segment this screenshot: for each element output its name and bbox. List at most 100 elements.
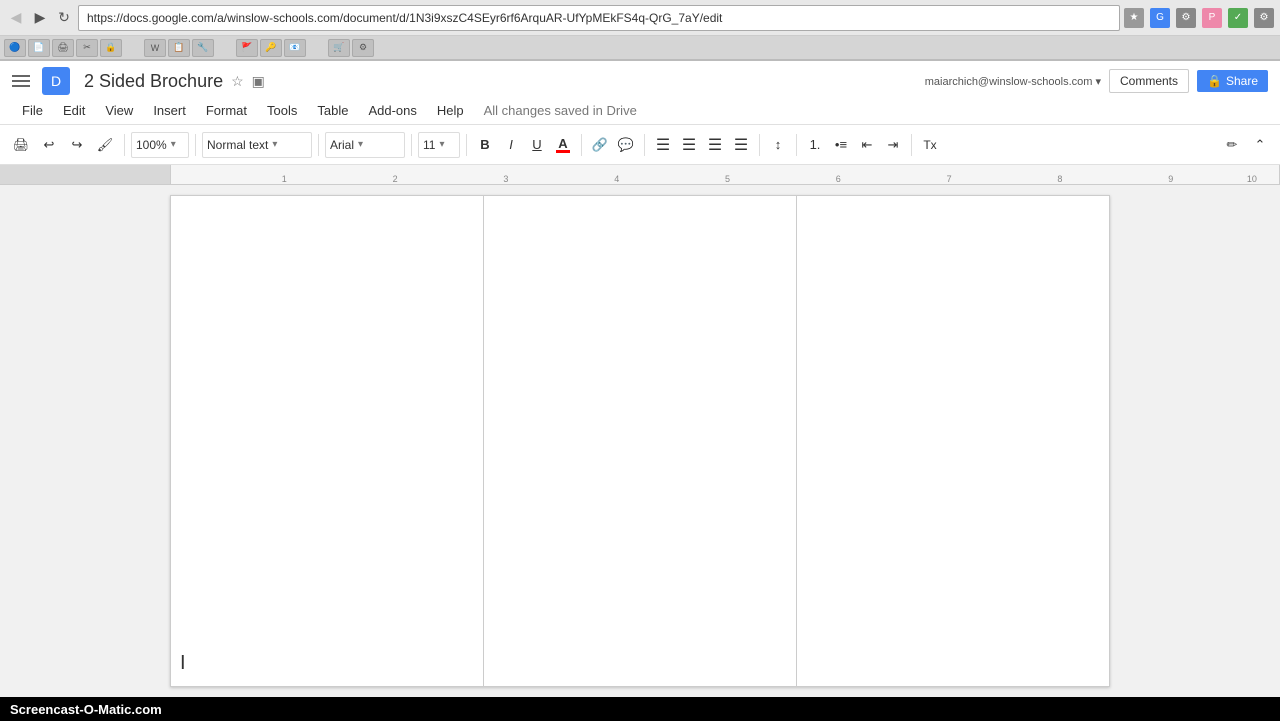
toolbar-separator-5 [466, 134, 467, 156]
refresh-btn[interactable]: ↻ [54, 8, 74, 28]
column-2[interactable] [484, 196, 797, 686]
toolbar: 🖨 ↩ ↪ 🖌 100% ▾ Normal text ▾ Arial ▾ 11 … [0, 125, 1280, 165]
font-dropdown-icon: ▾ [358, 139, 363, 150]
url-bar[interactable]: https://docs.google.com/a/winslow-school… [78, 5, 1120, 31]
zoom-dropdown-icon: ▾ [171, 139, 176, 150]
insert-link-button[interactable]: 🔗 [588, 132, 612, 158]
ruler-marker: 7 [947, 174, 952, 184]
ext-icon-6[interactable]: W [144, 39, 166, 57]
increase-indent-button[interactable]: ⇥ [881, 132, 905, 158]
bulleted-list-button[interactable]: •≡ [829, 132, 853, 158]
ext-icon-9[interactable]: 🚩 [236, 39, 258, 57]
browser-icon-4[interactable]: ✓ [1228, 8, 1248, 28]
document-area: 1 2 3 4 5 6 7 8 9 10 [0, 165, 1280, 697]
text-style-select[interactable]: Normal text ▾ [202, 132, 312, 158]
numbered-list-button[interactable]: 1. [803, 132, 827, 158]
font-size-value: 11 [423, 138, 435, 152]
hamburger-menu-icon[interactable] [12, 75, 30, 87]
text-color-button[interactable]: A [551, 132, 575, 158]
undo-button[interactable]: ↩ [36, 132, 62, 158]
menu-bar: File Edit View Insert Format Tools Table… [12, 97, 1268, 124]
column-1[interactable] [171, 196, 484, 686]
ext-icon-3[interactable]: 🖨 [52, 39, 74, 57]
user-email[interactable]: maiarchich@winslow-schools.com ▾ [925, 75, 1101, 88]
bold-button[interactable]: B [473, 132, 497, 158]
ext-icon-10[interactable]: 🔑 [260, 39, 282, 57]
document-page[interactable]: I [170, 195, 1110, 687]
menu-insert[interactable]: Insert [143, 99, 196, 122]
toolbar-separator-7 [644, 134, 645, 156]
nav-forward-btn[interactable]: ▶ [30, 8, 50, 28]
edit-mode-button[interactable]: ✏ [1220, 132, 1244, 158]
toolbar-separator-1 [124, 134, 125, 156]
menu-format[interactable]: Format [196, 99, 257, 122]
clear-format-button[interactable]: Tx [918, 132, 942, 158]
ruler: 1 2 3 4 5 6 7 8 9 10 [0, 165, 1280, 185]
line-spacing-button[interactable]: ↕ [766, 132, 790, 158]
star-icon[interactable]: ☆ [231, 73, 244, 90]
zoom-value: 100% [136, 138, 167, 152]
decrease-indent-button[interactable]: ⇤ [855, 132, 879, 158]
menu-table[interactable]: Table [307, 99, 358, 122]
ext-icon-13[interactable]: ⚙ [352, 39, 374, 57]
ruler-marker: 9 [1168, 174, 1173, 184]
font-size-select[interactable]: 11 ▾ [418, 132, 460, 158]
lock-icon: 🔒 [1207, 74, 1222, 88]
menu-file[interactable]: File [12, 99, 53, 122]
ruler-marker: 3 [503, 174, 508, 184]
paint-format-button[interactable]: 🖌 [92, 132, 118, 158]
toolbar-separator-8 [759, 134, 760, 156]
doc-title: 2 Sided Brochure [84, 71, 223, 92]
redo-button[interactable]: ↪ [64, 132, 90, 158]
ext-icon-4[interactable]: ✂ [76, 39, 98, 57]
italic-button[interactable]: I [499, 132, 523, 158]
font-value: Arial [330, 138, 354, 152]
browser-icon-3[interactable]: P [1202, 8, 1222, 28]
google-docs-icon: D [42, 67, 70, 95]
ruler-marker: 8 [1057, 174, 1062, 184]
folder-icon[interactable]: ▣ [252, 73, 265, 90]
insert-comment-button[interactable]: 💬 [614, 132, 638, 158]
align-right-button[interactable]: ☰ [703, 132, 727, 158]
ext-icon-12[interactable]: 🛒 [328, 39, 350, 57]
toolbar-separator-9 [796, 134, 797, 156]
underline-button[interactable]: U [525, 132, 549, 158]
menu-addons[interactable]: Add-ons [358, 99, 426, 122]
screencast-label: Screencast-O-Matic.com [10, 702, 162, 717]
zoom-select[interactable]: 100% ▾ [131, 132, 189, 158]
ext-icon-2[interactable]: 📄 [28, 39, 50, 57]
align-justify-button[interactable]: ☰ [729, 132, 753, 158]
toolbar-separator-2 [195, 134, 196, 156]
align-center-button[interactable]: ☰ [677, 132, 701, 158]
browser-icon-5[interactable]: ⚙ [1254, 8, 1274, 28]
toolbar-separator-10 [911, 134, 912, 156]
size-dropdown-icon: ▾ [439, 139, 444, 150]
menu-help[interactable]: Help [427, 99, 474, 122]
ruler-marker: 1 [282, 174, 287, 184]
save-status: All changes saved in Drive [484, 103, 637, 118]
share-label: Share [1226, 74, 1258, 88]
column-3[interactable] [797, 196, 1109, 686]
menu-edit[interactable]: Edit [53, 99, 95, 122]
expand-button[interactable]: ⌃ [1248, 132, 1272, 158]
ext-icon-7[interactable]: 📋 [168, 39, 190, 57]
menu-tools[interactable]: Tools [257, 99, 307, 122]
ext-icon-5[interactable]: 🔒 [100, 39, 122, 57]
browser-icon-2[interactable]: ⚙ [1176, 8, 1196, 28]
share-button[interactable]: 🔒 Share [1197, 70, 1268, 92]
ruler-marker: 10 [1247, 174, 1257, 184]
browser-icon-1[interactable]: G [1150, 8, 1170, 28]
print-button[interactable]: 🖨 [8, 132, 34, 158]
align-left-button[interactable]: ☰ [651, 132, 675, 158]
screencast-bar: Screencast-O-Matic.com [0, 697, 1280, 721]
nav-back-btn[interactable]: ◀ [6, 8, 26, 28]
bookmark-icon[interactable]: ★ [1124, 8, 1144, 28]
comments-button[interactable]: Comments [1109, 69, 1189, 93]
ext-icon-8[interactable]: 🔧 [192, 39, 214, 57]
font-select[interactable]: Arial ▾ [325, 132, 405, 158]
ext-icon-11[interactable]: 📧 [284, 39, 306, 57]
text-cursor: I [180, 653, 186, 673]
menu-view[interactable]: View [95, 99, 143, 122]
ext-icon-1[interactable]: 🔵 [4, 39, 26, 57]
url-text: https://docs.google.com/a/winslow-school… [87, 11, 722, 25]
